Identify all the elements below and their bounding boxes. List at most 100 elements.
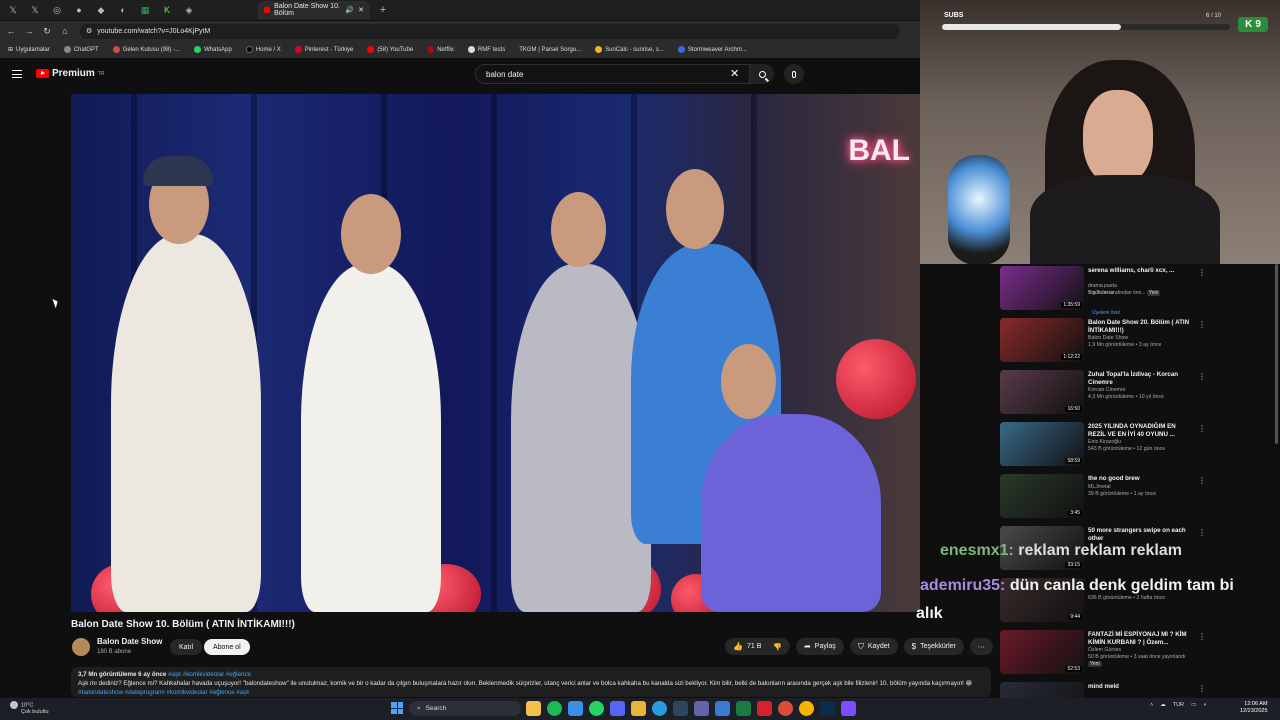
video-thumbnail[interactable]: 58:59: [1000, 422, 1084, 466]
clock[interactable]: 12:06 AM 12/23/2025: [1240, 701, 1268, 715]
windows-start-icon[interactable]: [391, 702, 403, 714]
bookmark-netflix[interactable]: Netflix: [427, 46, 454, 53]
channel-avatar[interactable]: [72, 638, 90, 656]
more-options-icon[interactable]: ⋮: [1198, 476, 1206, 485]
recommendation-title[interactable]: Zuhal Topal'la İzdivaç - Korcan Cinemre: [1088, 371, 1193, 387]
recommendation-title[interactable]: the no good brew: [1088, 475, 1193, 483]
active-tab[interactable]: Balon Date Show 10. Bölüm 🔊 ✕: [258, 1, 370, 19]
recommendation-channel[interactable]: drama pasta: [1088, 283, 1117, 289]
recommendation-item[interactable]: 1:12:22 Balon Date Show 20. Bölüm ( ATIN …: [1000, 318, 1276, 366]
recommendation-item[interactable]: 52:53 FANTAZİ Mİ ESPİYONAJ MI ? KİM KİMİN…: [1000, 630, 1276, 678]
recommendation-title[interactable]: 2025 YILINDA OYNADIĞIM EN REZİL VE EN İY…: [1088, 423, 1193, 439]
whatsapp-icon[interactable]: [589, 701, 604, 716]
voice-search-button[interactable]: [784, 64, 804, 84]
recommendation-title[interactable]: Balon Date Show 20. Bölüm ( ATIN İNTİKAM…: [1088, 319, 1193, 335]
more-actions-button[interactable]: ⋯: [969, 638, 993, 655]
recommendation-title[interactable]: FANTAZİ Mİ ESPİYONAJ MI ? KİM KİMİN KURB…: [1088, 631, 1193, 647]
forward-icon[interactable]: →: [20, 26, 38, 36]
recommendation-channel[interactable]: Özlem Gürses: [1088, 647, 1121, 653]
back-icon[interactable]: ←: [2, 26, 20, 36]
reload-icon[interactable]: ↻: [38, 26, 56, 37]
discord-icon[interactable]: [610, 701, 625, 716]
bookmark-tkgm[interactable]: TKGM | Parsel Sorgu...: [519, 47, 581, 53]
kick-icon[interactable]: K: [158, 1, 176, 19]
dislike-icon[interactable]: 👎: [773, 643, 782, 651]
video-thumbnail[interactable]: 1:35:59: [1000, 266, 1084, 310]
hashtags-top[interactable]: #aşk #komikvideolar #eğlence: [168, 671, 251, 678]
extension-icon[interactable]: ◆: [92, 1, 110, 19]
clear-search-icon[interactable]: ✕: [730, 67, 739, 80]
extension-icon[interactable]: ◐: [114, 1, 132, 19]
share-button[interactable]: ➦ Paylaş: [796, 638, 844, 655]
more-options-icon[interactable]: ⋮: [1198, 684, 1206, 693]
bookmark-chatgpt[interactable]: ChatGPT: [63, 46, 99, 53]
chevron-up-icon[interactable]: ˄: [1150, 702, 1153, 708]
bookmark-whatsapp[interactable]: WhatsApp: [194, 46, 232, 53]
app-icon[interactable]: [841, 701, 856, 716]
folder-icon[interactable]: [631, 701, 646, 716]
recommendation-item[interactable]: 58:59 2025 YILINDA OYNADIĞIM EN REZİL VE …: [1000, 422, 1276, 470]
edge-icon[interactable]: [652, 701, 667, 716]
new-tab-icon[interactable]: +: [374, 1, 392, 19]
join-button[interactable]: Katıl: [170, 639, 203, 655]
openai-icon[interactable]: ◎: [48, 1, 66, 19]
file-explorer-icon[interactable]: [526, 701, 541, 716]
adobe-icon[interactable]: [757, 701, 772, 716]
bookmark-stormweaver[interactable]: Stormweaver Archm...: [677, 46, 747, 53]
excel-icon[interactable]: [736, 701, 751, 716]
video-thumbnail[interactable]: 1:12:22: [1000, 318, 1084, 362]
cloud-icon[interactable]: ☁: [1160, 702, 1166, 708]
teams-icon[interactable]: [694, 701, 709, 716]
recommendation-item[interactable]: 16:50 Zuhal Topal'la İzdivaç - Korcan Cin…: [1000, 370, 1276, 418]
more-options-icon[interactable]: ⋮: [1198, 268, 1206, 277]
more-options-icon[interactable]: ⋮: [1198, 424, 1206, 433]
volume-icon[interactable]: ◖: [1203, 702, 1206, 708]
recommendation-channel[interactable]: MLJmetal: [1088, 484, 1111, 490]
video-thumbnail[interactable]: 52:53: [1000, 630, 1084, 674]
network-icon[interactable]: ▭: [1191, 702, 1196, 708]
hashtags-bottom[interactable]: #balondateshow #dateprogrami #komikvideo…: [78, 689, 249, 696]
recommendation-item[interactable]: 1:35:59 serena williams, charli xcx, ... ⋮…: [1000, 266, 1276, 316]
language-indicator[interactable]: TUR: [1173, 702, 1184, 708]
spotify-icon[interactable]: [547, 701, 562, 716]
chrome-icon[interactable]: [799, 701, 814, 716]
taskbar-search[interactable]: ⌕ Search: [409, 701, 521, 716]
bookmark-x[interactable]: Home / X: [245, 46, 281, 53]
weather-widget[interactable]: 10°C Çok bulutlu: [10, 701, 49, 716]
bookmark-rmf[interactable]: RMF tests: [467, 46, 505, 53]
more-options-icon[interactable]: ⋮: [1198, 528, 1206, 537]
video-thumbnail[interactable]: 3:45: [1000, 474, 1084, 518]
recommendation-title[interactable]: 50 more strangers swipe on each other: [1088, 527, 1193, 543]
x-icon[interactable]: 𝕏: [26, 1, 44, 19]
app-icon[interactable]: [568, 701, 583, 716]
home-icon[interactable]: ⌂: [56, 26, 74, 36]
site-info-icon[interactable]: ⚙: [86, 27, 92, 35]
thanks-button[interactable]: $ Teşekkürler: [903, 638, 964, 655]
extension-icon[interactable]: ◈: [180, 1, 198, 19]
github-icon[interactable]: ●: [70, 1, 88, 19]
video-thumbnail[interactable]: [1000, 682, 1084, 698]
save-button[interactable]: ⛉ Kaydet: [849, 638, 898, 655]
video-description[interactable]: 3,7 Mn görüntüleme 6 ay önce #aşk #komik…: [71, 667, 991, 697]
chrome-icon[interactable]: [778, 701, 793, 716]
more-options-icon[interactable]: ⋮: [1198, 320, 1206, 329]
recommendation-channel[interactable]: Enis Kirazoğlu: [1088, 439, 1121, 445]
bookmark-youtube[interactable]: (58) YouTube: [367, 46, 413, 53]
video-player[interactable]: BAL: [71, 94, 920, 612]
youtube-logo[interactable]: Premium TR: [36, 68, 104, 79]
search-input[interactable]: balon date: [475, 64, 750, 84]
recommendation-title[interactable]: serena williams, charli xcx, ...: [1088, 267, 1193, 275]
x-icon[interactable]: 𝕏: [4, 1, 22, 19]
url-field[interactable]: ⚙ youtube.com/watch?v=J0Lo4KjPytM: [80, 23, 900, 39]
more-options-icon[interactable]: ⋮: [1198, 632, 1206, 641]
like-button[interactable]: 👍 71 B 👎: [725, 638, 791, 655]
menu-icon[interactable]: [12, 70, 22, 78]
sheets-icon[interactable]: ▦: [136, 1, 154, 19]
photoshop-icon[interactable]: [820, 701, 835, 716]
recommendation-item[interactable]: mind meld ⋮: [1000, 682, 1276, 698]
subscribe-button[interactable]: Abone ol: [204, 639, 250, 655]
more-options-icon[interactable]: ⋮: [1198, 372, 1206, 381]
bookmark-pinterest[interactable]: Pinterest - Türkiye: [294, 46, 353, 53]
video-thumbnail[interactable]: 16:50: [1000, 370, 1084, 414]
steam-icon[interactable]: [673, 701, 688, 716]
